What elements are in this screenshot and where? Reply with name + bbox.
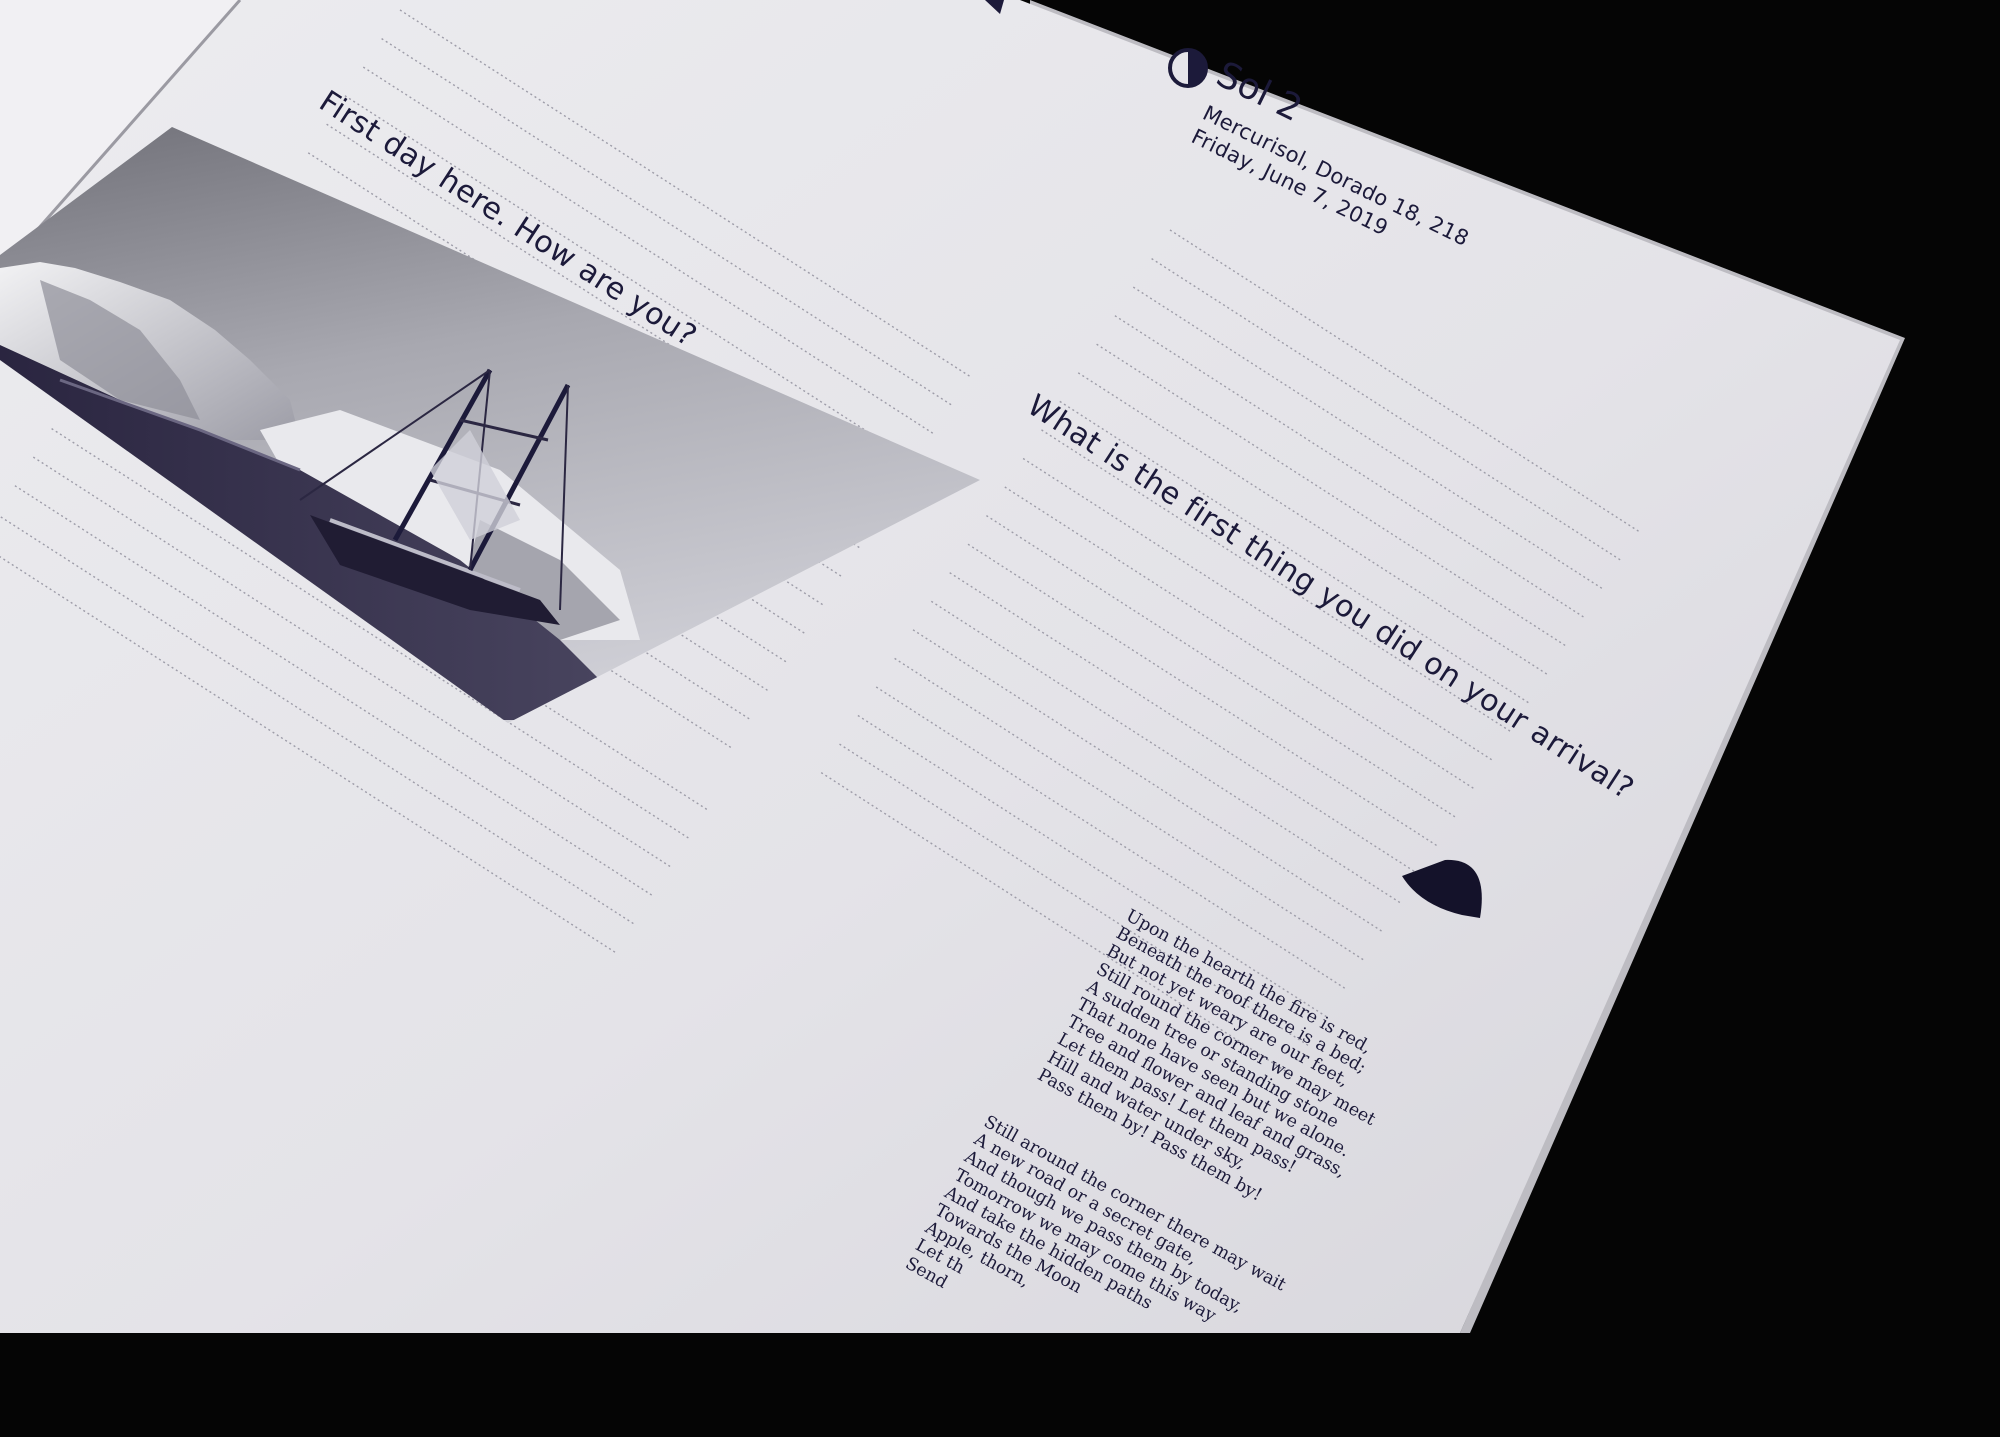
half-moon-icon	[1168, 48, 1208, 88]
photo-scene: Sol 2 Mercurisol, Dorado 18, 218 Friday,…	[0, 0, 2000, 1333]
